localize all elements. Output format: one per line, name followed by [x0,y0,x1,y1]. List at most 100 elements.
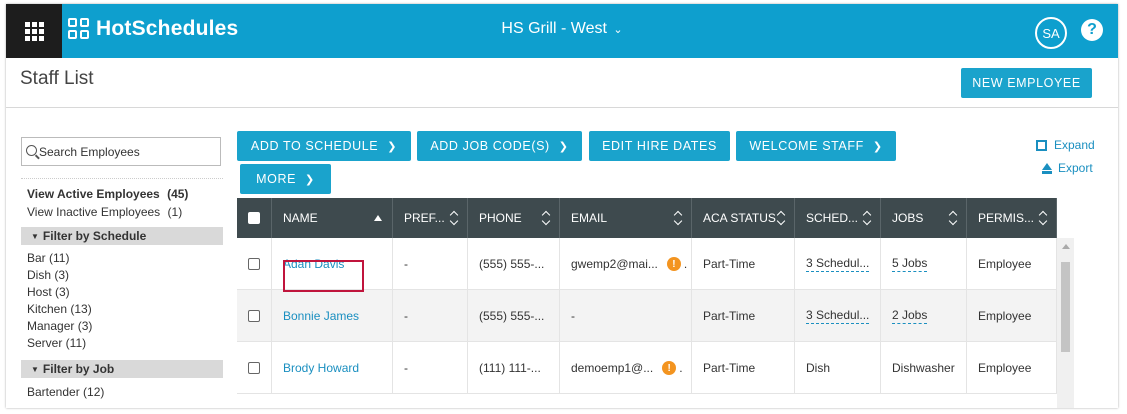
page-title: Staff List [20,68,94,89]
column-header-phone[interactable]: PHONE [468,198,560,238]
edit-hire-dates-button[interactable]: EDIT HIRE DATES [589,131,730,161]
column-label: PERMIS... [978,211,1035,225]
row-select-cell [237,290,272,342]
top-bar: HotSchedules HS Grill - West ⌄ SA ? [6,4,1118,58]
filter-by-schedule-header[interactable]: ▼ Filter by Schedule [21,227,223,245]
pref-cell: - [393,290,468,342]
jobs-link[interactable]: 2 Jobs [892,308,928,324]
column-label: PHONE [479,211,522,225]
new-employee-button[interactable]: NEW EMPLOYEE [961,68,1092,98]
pref-cell: - [393,342,468,394]
add-job-codes-button[interactable]: ADD JOB CODE(S) ❯ [417,131,582,161]
location-name: HS Grill - West [501,20,607,37]
email-overflow: . [679,361,683,375]
app-frame: HotSchedules HS Grill - West ⌄ SA ? Staf… [6,4,1118,408]
add-job-codes-label: ADD JOB CODE(S) [430,139,550,153]
column-label: ACA STATUS [703,211,776,225]
help-icon[interactable]: ? [1081,19,1103,41]
column-label: SCHED... [806,211,859,225]
column-label: JOBS [892,211,924,225]
phone-cell: (555) 555-... [468,238,560,290]
triangle-down-icon: ▼ [31,231,39,241]
jobs-cell: 5 Jobs [881,238,967,290]
sort-icon [1040,210,1048,224]
aca-status-cell: Part-Time [692,342,795,394]
sort-icon [778,210,786,224]
job-filter-bartender[interactable]: Bartender (12) [27,385,104,399]
selection-highlight [283,260,364,292]
warning-icon[interactable]: ! [662,361,677,375]
schedule-filter-server[interactable]: Server (11) [27,336,86,350]
row-checkbox[interactable] [248,362,260,374]
row-checkbox[interactable] [248,258,260,270]
column-header-schedules[interactable]: SCHED... [795,198,881,238]
row-checkbox[interactable] [248,310,260,322]
warning-icon[interactable]: ! [666,257,681,271]
export-link[interactable]: Export [1042,161,1093,175]
table-row[interactable]: Brody Howard - (111) 111-... demoemp1@..… [237,342,1057,394]
sort-icon [543,210,551,224]
add-to-schedule-button[interactable]: ADD TO SCHEDULE ❯ [237,131,411,161]
column-header-jobs[interactable]: JOBS [881,198,967,238]
more-label: MORE [256,172,297,186]
aca-status-cell: Part-Time [692,238,795,290]
email-text: gwemp2@mai... [571,257,658,271]
permission-cell: Employee [967,290,1057,342]
filter-by-job-label: Filter by Job [42,362,115,376]
chevron-down-icon: ❯ [305,173,315,186]
scroll-thumb[interactable] [1061,262,1070,352]
employee-name-link[interactable]: Brody Howard [272,342,393,394]
phone-cell: (555) 555-... [468,290,560,342]
column-label: EMAIL [571,211,608,225]
filter-by-schedule-label: Filter by Schedule [42,229,147,243]
view-active-employees-link[interactable]: View Active Employees (45) [27,187,188,201]
view-active-label: View Active Employees [27,187,160,201]
table-scrollbar[interactable] [1057,238,1074,408]
page-header: Staff List NEW EMPLOYEE [6,58,1118,108]
expand-label: Expand [1054,138,1095,152]
schedules-link[interactable]: 3 Schedul... [806,256,870,272]
export-label: Export [1058,161,1093,175]
schedule-filter-kitchen[interactable]: Kitchen (13) [27,302,92,316]
schedules-cell: Dish [795,342,881,394]
expand-link[interactable]: Expand [1036,138,1095,152]
sort-icon [675,210,683,224]
triangle-down-icon: ▼ [31,364,39,374]
sort-icon [451,210,459,224]
schedule-filter-host[interactable]: Host (3) [27,285,70,299]
location-selector[interactable]: HS Grill - West ⌄ [6,20,1118,38]
view-active-count: (45) [167,187,189,201]
jobs-link[interactable]: 5 Jobs [892,256,928,272]
chevron-down-icon: ❯ [872,140,883,153]
view-inactive-employees-link[interactable]: View Inactive Employees (1) [27,205,182,219]
user-avatar[interactable]: SA [1035,17,1067,49]
employee-name-link[interactable]: Bonnie James [272,290,393,342]
divider [21,178,223,179]
schedule-filter-bar[interactable]: Bar (11) [27,251,69,265]
column-header-aca-status[interactable]: ACA STATUS [692,198,795,238]
search-icon [26,144,37,156]
filter-by-job-header[interactable]: ▼ Filter by Job [21,360,223,378]
email-cell: demoemp1@... ! . [560,342,692,394]
column-header-pref[interactable]: PREF... [393,198,468,238]
welcome-staff-button[interactable]: WELCOME STAFF ❯ [736,131,896,161]
permission-cell: Employee [967,238,1057,290]
more-button[interactable]: MORE ❯ [240,164,331,194]
schedules-link[interactable]: 3 Schedul... [806,308,870,324]
column-header-name[interactable]: NAME [272,198,393,238]
schedule-filter-dish[interactable]: Dish (3) [27,268,69,282]
schedules-cell: 3 Schedul... [795,290,881,342]
column-label: PREF... [404,211,445,225]
scroll-up-icon[interactable] [1062,244,1070,249]
schedule-filter-manager[interactable]: Manager (3) [27,319,92,333]
permission-cell: Employee [967,342,1057,394]
search-input[interactable]: Search Employees [21,137,221,166]
table-row[interactable]: Bonnie James - (555) 555-... - Part-Time… [237,290,1057,342]
column-header-permissions[interactable]: PERMIS... [967,198,1057,238]
jobs-cell: Dishwasher [881,342,967,394]
aca-status-cell: Part-Time [692,290,795,342]
welcome-staff-label: WELCOME STAFF [749,139,864,153]
column-header-email[interactable]: EMAIL [560,198,692,238]
select-all-checkbox[interactable] [248,212,260,224]
view-inactive-count: (1) [167,205,183,219]
